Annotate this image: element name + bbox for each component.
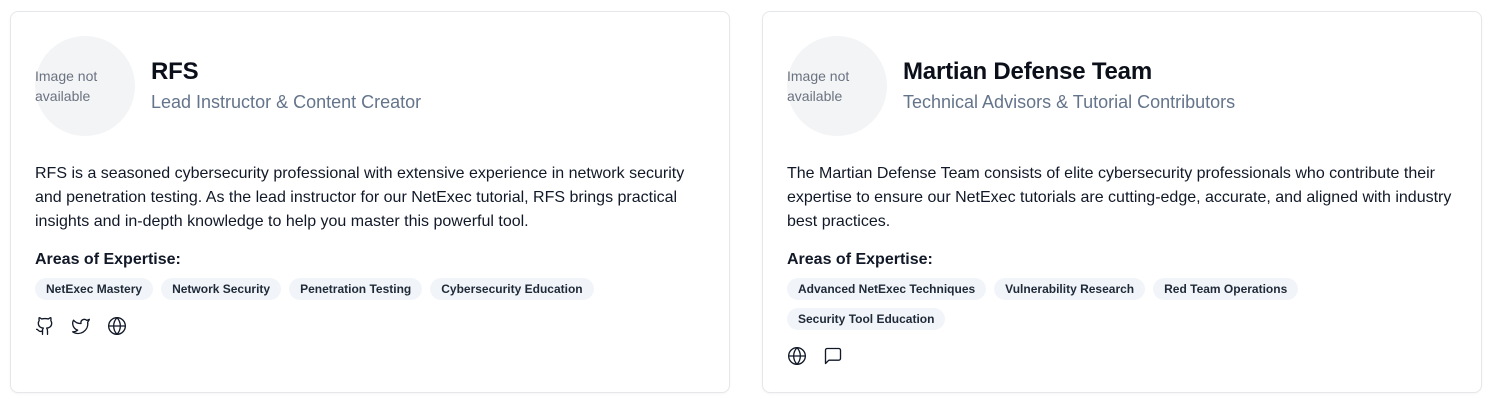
member-role: Technical Advisors & Tutorial Contributo… (903, 92, 1236, 112)
social-links (787, 346, 1457, 366)
avatar-fallback-text: Image not available (787, 68, 850, 104)
member-bio: RFS is a seasoned cybersecurity professi… (35, 165, 685, 230)
social-links (35, 316, 705, 336)
globe-icon[interactable] (107, 316, 127, 336)
expertise-tags: NetExec Mastery Network Security Penetra… (35, 278, 695, 300)
team-card-rfs: Image not available RFS Lead Instructor … (10, 11, 730, 393)
expertise-tag: Penetration Testing (289, 278, 423, 300)
card-titles: RFS Lead Instructor & Content Creator (151, 36, 421, 114)
globe-icon[interactable] (787, 346, 807, 366)
card-header: Image not available RFS Lead Instructor … (35, 36, 705, 136)
team-section: Image not available RFS Lead Instructor … (0, 0, 1502, 403)
avatar: Image not available (35, 36, 135, 136)
avatar: Image not available (787, 36, 887, 136)
expertise-tag: Security Tool Education (787, 308, 946, 330)
expertise-tags: Advanced NetExec Techniques Vulnerabilit… (787, 278, 1447, 330)
github-icon[interactable] (35, 316, 55, 336)
member-bio: The Martian Defense Team consists of eli… (787, 165, 1452, 230)
expertise-heading: Areas of Expertise: (35, 251, 181, 268)
card-header: Image not available Martian Defense Team… (787, 36, 1457, 136)
team-card-martian-defense: Image not available Martian Defense Team… (762, 11, 1482, 393)
member-role: Lead Instructor & Content Creator (151, 92, 422, 112)
card-titles: Martian Defense Team Technical Advisors … (903, 36, 1235, 114)
message-icon[interactable] (823, 346, 843, 366)
expertise-tag: NetExec Mastery (35, 278, 154, 300)
expertise-tag: Advanced NetExec Techniques (787, 278, 987, 300)
avatar-fallback-text: Image not available (35, 68, 98, 104)
member-name: Martian Defense Team (903, 58, 1152, 85)
expertise-tag: Network Security (161, 278, 282, 300)
expertise-tag: Red Team Operations (1153, 278, 1299, 300)
expertise-tag: Cybersecurity Education (430, 278, 594, 300)
expertise-tag: Vulnerability Research (994, 278, 1146, 300)
expertise-heading: Areas of Expertise: (787, 251, 933, 268)
twitter-icon[interactable] (71, 316, 91, 336)
member-name: RFS (151, 58, 199, 85)
